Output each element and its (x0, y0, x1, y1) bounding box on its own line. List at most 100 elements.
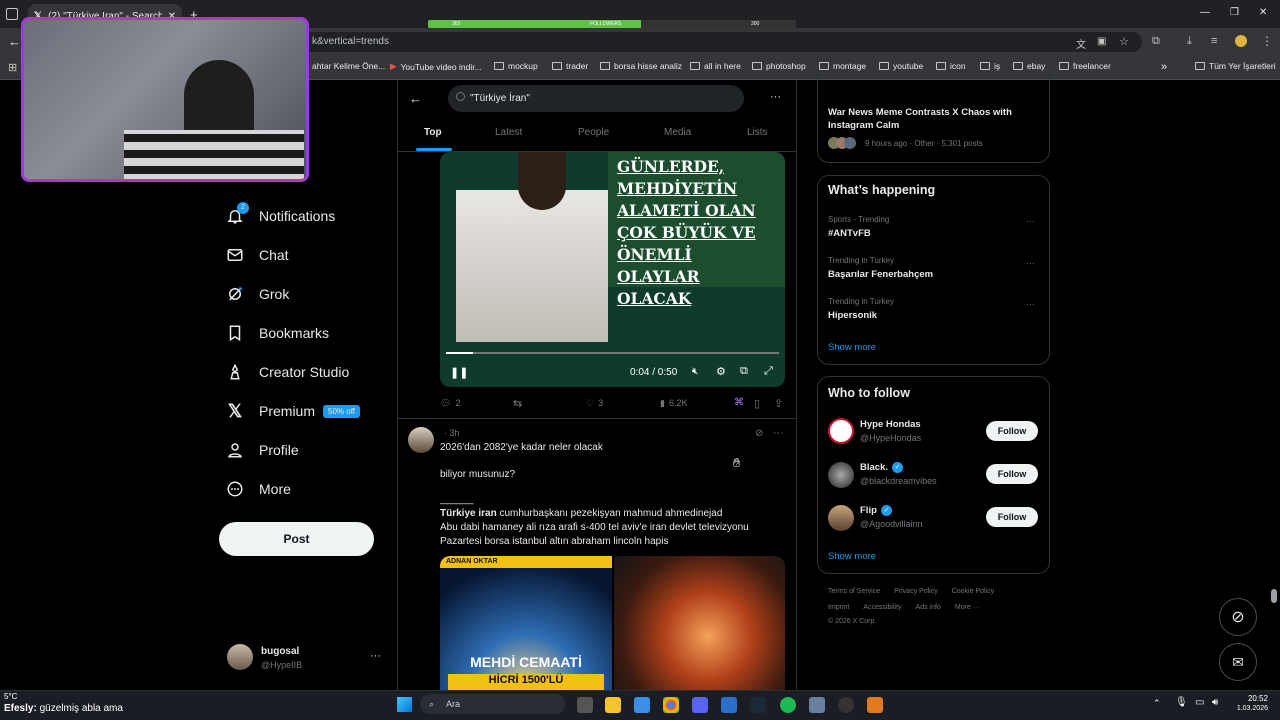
tab-lists[interactable]: Lists (747, 127, 768, 138)
suggested-name[interactable]: Black. (860, 462, 888, 473)
chrome-icon[interactable] (663, 697, 679, 713)
like-button[interactable]: ♡ 3 (586, 398, 603, 409)
repost-icon[interactable]: ⇆ (513, 397, 522, 410)
video-player[interactable]: GÜNLERDE, MEHDİYETİN ALAMETİ OLAN ÇOK BÜ… (440, 152, 785, 387)
bookmark-folder[interactable]: photoshop (752, 61, 806, 71)
store-icon[interactable] (634, 697, 650, 713)
clock-time[interactable]: 20:52 (1234, 694, 1268, 703)
trend-name[interactable]: Başarılar Fenerbahçem (828, 269, 933, 280)
discord-icon[interactable] (692, 697, 708, 713)
settings-gear-icon[interactable]: ⚙ (716, 365, 726, 378)
nav-chat[interactable]: Chat (225, 239, 289, 271)
share-icon[interactable]: ⇪ (774, 397, 783, 410)
trend-name[interactable]: #ANTvFB (828, 228, 871, 239)
volume-icon[interactable]: 🔊︎ (1212, 697, 1218, 708)
apps-icon[interactable]: ⊞ (8, 61, 17, 74)
post-image-1[interactable]: ADNAN OKTAR MEHDİ CEMAATİ HİCRİ 1500'LÜ (440, 556, 612, 690)
account-menu-icon[interactable]: ··· (370, 650, 381, 662)
post-author-avatar[interactable] (408, 427, 434, 453)
post-image-2[interactable] (614, 556, 785, 690)
bookmark-post-icon[interactable]: ▯ (754, 397, 760, 410)
trend-more-icon[interactable]: ··· (1026, 258, 1035, 268)
account-avatar[interactable] (227, 644, 253, 670)
address-bar[interactable]: k&vertical=trends (282, 32, 1142, 52)
suggested-avatar[interactable] (828, 505, 854, 531)
search-options-icon[interactable]: ··· (770, 91, 781, 103)
bookmark-folder[interactable]: borsa hisse analiz (600, 61, 682, 71)
footer-link[interactable]: Cookie Policy (952, 588, 994, 595)
bookmark-folder[interactable]: mockup (494, 61, 538, 71)
pause-icon[interactable]: ❚❚ (450, 366, 468, 379)
translate-icon[interactable]: 文 (1076, 36, 1086, 51)
star-icon[interactable]: ☆ (1119, 35, 1129, 48)
back-icon[interactable]: ← (8, 34, 21, 49)
minimize-icon[interactable]: — (1200, 7, 1210, 18)
bookmark-folder[interactable]: trader (552, 61, 588, 71)
suggested-avatar[interactable] (828, 418, 854, 444)
suggested-avatar[interactable] (828, 462, 854, 488)
reply-button[interactable]: 💬︎ 2 (440, 398, 460, 409)
footer-link[interactable]: More ··· (955, 604, 980, 611)
scrollbar-thumb[interactable] (1271, 589, 1277, 603)
grok-float-button[interactable]: ⊘ (1219, 598, 1257, 636)
nav-grok[interactable]: Grok (225, 278, 289, 310)
footer-link[interactable]: Accessibility (863, 604, 901, 611)
trend-name[interactable]: Hipersonik (828, 310, 877, 321)
footer-link[interactable]: Terms of Service (828, 588, 880, 595)
post-button[interactable]: Post (219, 522, 374, 556)
grok-explain-icon[interactable]: ⌘ (734, 397, 744, 408)
tab-top[interactable]: Top (424, 127, 442, 138)
app-icon[interactable] (809, 697, 825, 713)
all-bookmarks[interactable]: Tüm Yer İşaretleri (1195, 61, 1276, 71)
app-icon[interactable] (867, 697, 883, 713)
trend-more-icon[interactable]: ··· (1026, 299, 1035, 309)
back-arrow-icon[interactable]: ← (409, 91, 422, 106)
obs-icon[interactable] (838, 697, 854, 713)
media-control-icon[interactable]: ≡ (1211, 35, 1217, 47)
nav-notifications[interactable]: 2 Notifications (225, 200, 335, 232)
nav-more[interactable]: More (225, 473, 291, 505)
tab-media[interactable]: Media (664, 127, 691, 138)
trend-more-icon[interactable]: ··· (1026, 216, 1035, 226)
spotify-icon[interactable] (780, 697, 796, 713)
taskbar-search[interactable]: ⌕ Ara (420, 694, 565, 714)
footer-link[interactable]: Imprint (828, 604, 849, 611)
photos-icon[interactable] (721, 697, 737, 713)
video-progress-bar[interactable] (446, 352, 779, 354)
search-input[interactable]: "Türkiye İran" (448, 85, 744, 112)
bookmark-item[interactable]: ▶ YouTube video indir... (390, 61, 482, 72)
bookmarks-overflow-icon[interactable]: » (1161, 61, 1167, 73)
file-explorer-icon[interactable] (605, 697, 621, 713)
follow-button[interactable]: Follow (986, 421, 1038, 441)
show-more-follow[interactable]: Show more (828, 551, 876, 562)
grok-icon[interactable]: ⊘ (755, 428, 763, 439)
pip-icon[interactable]: ⧉ (740, 365, 748, 378)
tab-people[interactable]: People (578, 127, 609, 138)
bookmark-folder[interactable]: all in here (690, 61, 741, 71)
messages-float-button[interactable]: ✉ (1219, 643, 1257, 681)
fullscreen-icon[interactable]: ⤢ (764, 365, 773, 378)
tray-chevron-icon[interactable]: ⌃ (1153, 698, 1161, 709)
suggested-name[interactable]: Flip (860, 505, 877, 516)
task-view-icon[interactable] (577, 697, 593, 713)
post-more-icon[interactable]: ··· (773, 427, 784, 439)
nav-profile[interactable]: Profile (225, 434, 299, 466)
footer-link[interactable]: Ads info (916, 604, 941, 611)
maximize-icon[interactable]: ❐ (1230, 7, 1239, 18)
nav-premium[interactable]: 𝕏 Premium 50% off (225, 395, 360, 427)
close-window-icon[interactable]: ✕ (1259, 7, 1267, 18)
display-icon[interactable]: ▭ (1195, 697, 1204, 708)
install-icon[interactable]: ▣ (1097, 36, 1106, 47)
microphone-icon[interactable]: 🎙︎ (1175, 697, 1188, 708)
footer-link[interactable]: Privacy Policy (894, 588, 938, 595)
browser-menu-icon[interactable]: ⋮ (1261, 34, 1273, 48)
bookmark-folder[interactable]: freelancer (1059, 61, 1111, 71)
extensions-icon[interactable]: ⧉ (1152, 35, 1160, 48)
windows-start-icon[interactable] (397, 697, 412, 712)
nav-bookmarks[interactable]: Bookmarks (225, 317, 329, 349)
nav-creator-studio[interactable]: Creator Studio (225, 356, 349, 388)
bookmark-item[interactable]: ahtar Kelime Öne... (312, 61, 385, 71)
hashtag-bold[interactable]: Türkiye iran (440, 508, 497, 519)
mute-icon[interactable]: 🔇︎ (692, 366, 698, 377)
views-button[interactable]: ▮ 6.2K (660, 398, 687, 409)
